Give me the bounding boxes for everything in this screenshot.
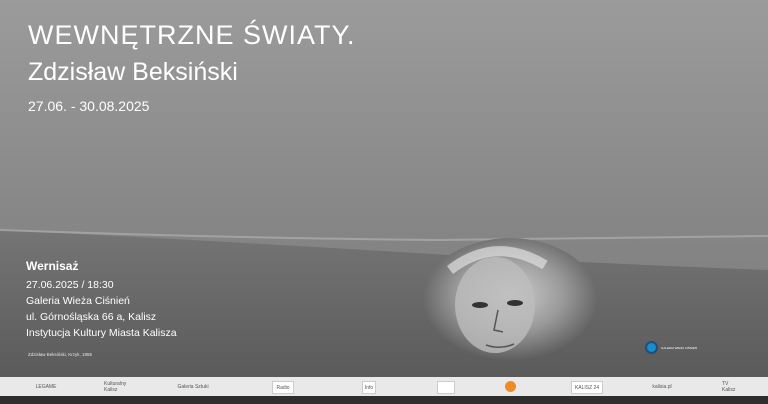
- partner-logo: LEGAME: [35, 383, 57, 390]
- exhibition-dates: 27.06. - 30.08.2025: [28, 98, 150, 114]
- partner-logo: [437, 381, 455, 394]
- artist-name: Zdzisław Beksiński: [28, 58, 238, 86]
- opening-venue: Galeria Wieża Ciśnień: [26, 295, 130, 307]
- organizer-logo-text: GALERIA WIEŻA CIŚNIEŃ: [661, 345, 698, 350]
- bottom-strip: [0, 396, 768, 404]
- opening-heading: Wernisaż: [26, 259, 79, 273]
- partner-logo: Kulturalny Kalisz: [104, 380, 127, 393]
- opening-institution: Instytucja Kultury Miasta Kalisza: [26, 327, 177, 339]
- partner-logo: Galeria Sztuki: [177, 383, 209, 390]
- exhibition-title: WEWNĘTRZNE ŚWIATY.: [28, 20, 356, 50]
- artwork-credit: Zdzisław Beksiński, Krzyk, 1955: [28, 352, 93, 357]
- partner-logo: Radio: [272, 381, 294, 394]
- partner-logo: Info: [362, 381, 376, 394]
- partner-logos-strip: LEGAME Kulturalny Kalisz Galeria Sztuki …: [0, 377, 768, 396]
- organizer-logo: GALERIA WIEŻA CIŚNIEŃ: [645, 341, 731, 354]
- exhibition-banner: WEWNĘTRZNE ŚWIATY. Zdzisław Beksiński 27…: [0, 0, 768, 404]
- partner-logo: TV Kalisz: [722, 380, 736, 393]
- exhibition-title-block: WEWNĘTRZNE ŚWIATY. Zdzisław Beksiński 27…: [28, 18, 356, 116]
- partner-logo: KALISZ 24: [571, 381, 603, 394]
- partner-logo: kalisia.pl: [652, 383, 672, 390]
- partner-logo: [505, 381, 516, 392]
- opening-info: Wernisaż 27.06.2025 / 18:30 Galeria Wież…: [26, 258, 177, 341]
- organizer-logo-icon: [645, 341, 658, 354]
- opening-address: ul. Górnośląska 66 a, Kalisz: [26, 311, 157, 323]
- opening-datetime: 27.06.2025 / 18:30: [26, 279, 114, 291]
